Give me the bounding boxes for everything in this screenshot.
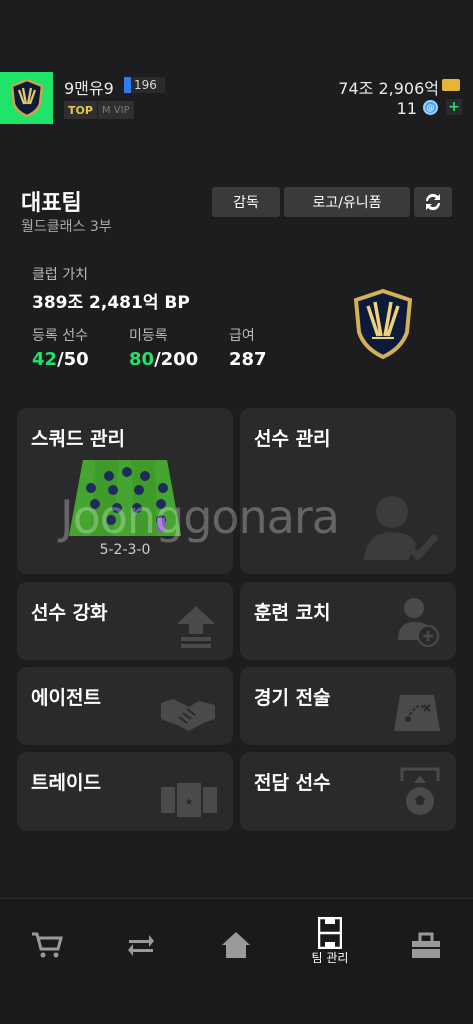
- training-coach-card[interactable]: 훈련 코치: [240, 582, 456, 660]
- dedicated-player-card[interactable]: 전담 선수: [240, 752, 456, 831]
- cart-icon: [32, 932, 63, 958]
- formation-label: 5-2-3-0: [99, 542, 151, 558]
- player-enhance-title: 선수 강화: [31, 602, 108, 624]
- match-tactics-title: 경기 전술: [254, 687, 331, 709]
- level-badge: 196: [124, 77, 165, 93]
- transfer-icon: [128, 935, 154, 956]
- tactics-board-icon: [394, 695, 440, 731]
- coach-button[interactable]: 감독: [212, 187, 280, 217]
- team-name: 대표팀: [21, 191, 82, 216]
- money-amount: 74조 2,906억: [338, 79, 439, 98]
- training-coach-title: 훈련 코치: [254, 602, 331, 624]
- nav-home[interactable]: [216, 925, 256, 965]
- club-emblem-large[interactable]: [352, 288, 414, 360]
- unregistered-count: 80/200: [129, 349, 199, 370]
- level-value: 196: [134, 78, 157, 92]
- club-value: 389조 2,481억 BP: [32, 293, 190, 313]
- handshake-icon: [161, 699, 215, 731]
- inventory-icon: [412, 932, 440, 958]
- watermark-text: Joonggonara: [60, 490, 340, 544]
- dedicated-player-title: 전담 선수: [254, 772, 331, 794]
- registered-count: 42/50: [32, 349, 89, 370]
- vip-badge: M VIP: [98, 101, 134, 119]
- shield-icon: [353, 288, 413, 360]
- nav-transfer[interactable]: [121, 925, 161, 965]
- trade-cards-icon: ★: [161, 783, 217, 817]
- coin-icon: @: [423, 100, 438, 115]
- logo-uniform-button[interactable]: 로고/유니폼: [284, 187, 410, 217]
- ticket-icon: [442, 79, 460, 91]
- username: 9맨유9: [64, 79, 114, 98]
- club-value-label: 클럽 가치: [32, 267, 88, 283]
- salary-label: 급여: [229, 328, 255, 344]
- player-management-title: 선수 관리: [254, 428, 331, 450]
- trade-card[interactable]: 트레이드 ★: [17, 752, 233, 831]
- player-check-icon: [364, 496, 439, 562]
- player-enhance-card[interactable]: 선수 강화: [17, 582, 233, 660]
- agent-card[interactable]: 에이전트: [17, 667, 233, 745]
- shield-icon: [10, 78, 43, 118]
- match-tactics-card[interactable]: 경기 전술: [240, 667, 456, 745]
- nav-team-management[interactable]: [310, 913, 350, 953]
- agent-title: 에이전트: [31, 687, 101, 709]
- coach-add-icon: [398, 598, 439, 647]
- swap-team-button[interactable]: [414, 187, 452, 217]
- unregistered-label: 미등록: [129, 328, 168, 344]
- level-bar: [124, 77, 131, 93]
- svg-text:★: ★: [185, 797, 194, 808]
- top-badge: TOP: [64, 101, 97, 119]
- salary-value: 287: [229, 349, 267, 370]
- nav-inventory[interactable]: [406, 925, 446, 965]
- registered-label: 등록 선수: [32, 328, 88, 344]
- swap-icon: [425, 193, 441, 211]
- home-icon: [222, 932, 250, 958]
- team-league: 월드클래스 3부: [21, 219, 112, 235]
- upgrade-arrow-icon: [177, 606, 215, 648]
- ball-goal-icon: [400, 767, 440, 815]
- nav-shop[interactable]: [27, 925, 67, 965]
- bottom-navigation: 팀 관리: [0, 898, 473, 1024]
- add-coin-button[interactable]: +: [446, 99, 462, 115]
- squad-management-title: 스쿼드 관리: [31, 428, 126, 450]
- coin-amount: 11: [396, 99, 417, 118]
- team-pitch-icon: [318, 917, 342, 949]
- trade-title: 트레이드: [31, 772, 101, 794]
- nav-team-management-label: 팀 관리: [311, 951, 349, 965]
- club-emblem-small[interactable]: [0, 72, 53, 124]
